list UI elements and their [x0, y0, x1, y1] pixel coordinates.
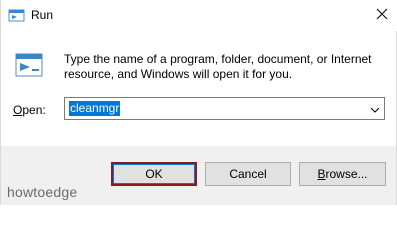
- browse-button[interactable]: Browse...: [299, 162, 386, 186]
- run-app-icon: [8, 7, 26, 23]
- close-button[interactable]: [366, 0, 397, 31]
- watermark: howtoedge: [7, 184, 78, 200]
- cancel-button[interactable]: Cancel: [205, 162, 291, 186]
- run-dialog-icon: [13, 52, 45, 80]
- open-label: Open:: [13, 103, 46, 117]
- title-bar[interactable]: Run: [1, 0, 397, 31]
- close-icon: [376, 7, 388, 25]
- ok-button[interactable]: OK: [111, 162, 197, 186]
- browse-label-rest: rowse...: [325, 167, 368, 181]
- window-title: Run: [31, 8, 54, 22]
- chevron-down-icon: [370, 100, 380, 118]
- dropdown-button[interactable]: [366, 98, 384, 119]
- cancel-button-label: Cancel: [229, 167, 267, 181]
- browse-button-label: Browse...: [317, 167, 367, 181]
- run-dialog: Run Type the name of a program, folder, …: [0, 0, 397, 205]
- open-label-accesskey: O: [13, 103, 23, 117]
- description-text: Type the name of a program, folder, docu…: [64, 52, 372, 81]
- ok-button-label: OK: [145, 167, 163, 181]
- open-combobox[interactable]: cleanmgr: [64, 97, 385, 120]
- open-input[interactable]: cleanmgr: [69, 101, 121, 116]
- browse-accesskey: B: [317, 167, 326, 181]
- open-label-rest: pen:: [22, 103, 46, 117]
